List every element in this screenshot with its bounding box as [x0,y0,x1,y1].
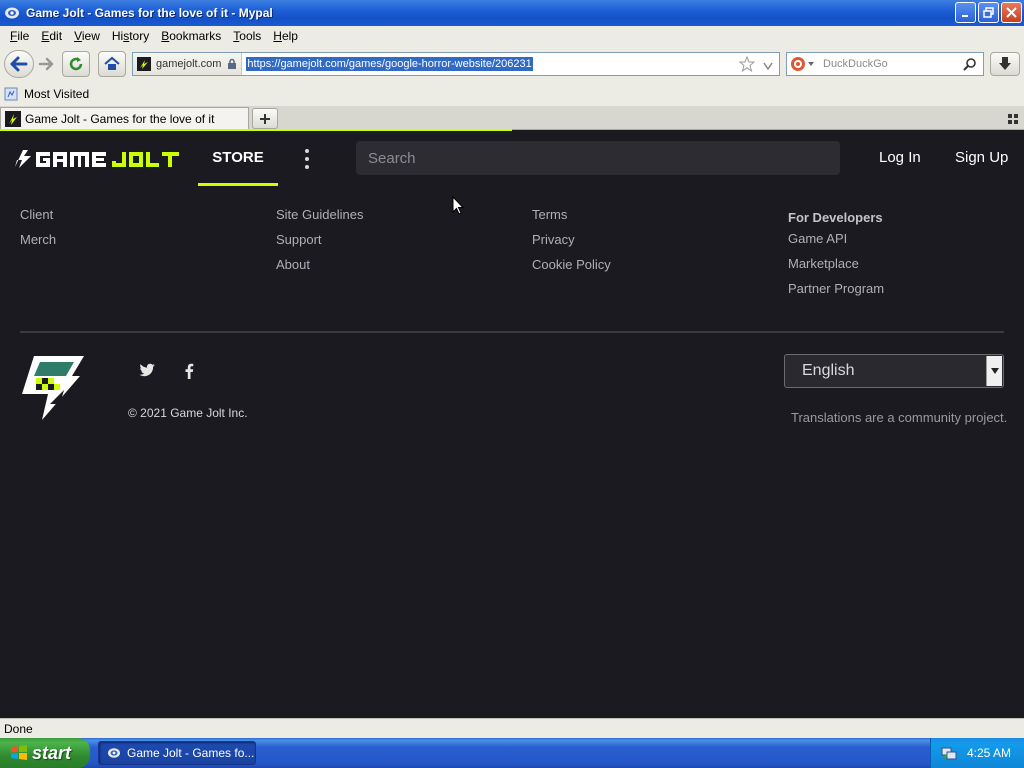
lock-icon [228,58,237,69]
copyright-text: © 2021 Game Jolt Inc. [128,406,248,420]
url-input[interactable]: https://gamejolt.com/games/google-horror… [246,57,533,71]
navigation-toolbar: gamejolt.com https://gamejolt.com/games/… [0,46,1024,82]
footer-column-developers: For Developers Game API Marketplace Part… [788,207,884,306]
gamejolt-logo[interactable] [14,149,180,169]
menu-help[interactable]: Help [267,29,304,43]
windows-flag-icon [11,745,27,760]
footer-link-about[interactable]: About [276,257,363,282]
menu-tools[interactable]: Tools [227,29,267,43]
footer-link-site-guidelines[interactable]: Site Guidelines [276,207,363,232]
language-select-value: English [802,362,855,379]
footer-link-merch[interactable]: Merch [20,232,56,257]
signup-link[interactable]: Sign Up [955,149,1008,166]
menu-file[interactable]: File [4,29,35,43]
taskbar-item-gamejolt[interactable]: Game Jolt - Games fo... [98,741,256,765]
search-bar[interactable]: DuckDuckGo [786,52,984,76]
site-header: STORE Search Log In Sign Up [0,131,1024,187]
footer-link-partner-program[interactable]: Partner Program [788,281,884,306]
minimize-icon [961,14,968,17]
menu-edit[interactable]: Edit [35,29,68,43]
tab-list-icon[interactable] [1008,113,1018,127]
footer-link-client[interactable]: Client [20,207,56,232]
tab-label: Game Jolt - Games for the love of it [25,112,215,126]
mouse-pointer-icon [452,196,464,215]
url-dropdown-icon[interactable] [763,59,773,73]
search-input[interactable]: DuckDuckGo [823,58,888,70]
menu-view[interactable]: View [68,29,106,43]
reload-icon [69,57,83,71]
network-icon[interactable] [941,745,957,761]
footer-heading-developers: For Developers [788,210,883,225]
url-bar[interactable]: gamejolt.com https://gamejolt.com/games/… [132,52,780,76]
window-titlebar: Game Jolt - Games for the love of it - M… [0,0,1024,26]
search-icon[interactable] [963,57,977,74]
footer-link-privacy[interactable]: Privacy [532,232,611,257]
footer-divider [20,331,1004,333]
search-engine-selector[interactable] [787,53,817,75]
restore-button[interactable] [978,2,999,23]
forward-arrow-icon [38,57,54,71]
clock: 4:25 AM [967,746,1012,760]
more-menu-icon[interactable] [300,149,314,169]
site-favicon-icon [137,57,151,71]
footer-link-support[interactable]: Support [276,232,363,257]
gamejolt-bolt-logo [22,356,84,420]
downloads-button[interactable] [990,52,1020,76]
chevron-down-icon[interactable] [986,356,1002,386]
mypal-app-icon [108,748,120,758]
window-title: Game Jolt - Games for the love of it - M… [26,6,273,20]
footer-column-3: Terms Privacy Cookie Policy [532,207,611,282]
most-visited-bookmark[interactable]: Most Visited [24,87,89,101]
minimize-button[interactable] [955,2,976,23]
tab-gamejolt[interactable]: Game Jolt - Games for the love of it [0,107,249,130]
store-nav-tab[interactable]: STORE [198,131,278,186]
site-search-input[interactable]: Search [356,141,840,175]
identity-site-label: gamejolt.com [156,58,222,70]
page-content: STORE Search Log In Sign Up Client Merch… [0,131,1024,718]
bookmarks-toolbar: Most Visited [0,82,1024,106]
taskbar-item-label: Game Jolt - Games fo... [127,746,255,760]
back-arrow-icon [10,56,28,72]
start-label: start [32,742,72,763]
footer-link-cookie-policy[interactable]: Cookie Policy [532,257,611,282]
most-visited-icon [4,87,18,101]
close-button[interactable] [1001,2,1022,23]
facebook-icon[interactable] [184,363,194,382]
forward-button[interactable] [34,51,58,77]
menu-bar: File Edit View History Bookmarks Tools H… [0,26,1024,46]
start-button[interactable]: start [0,738,90,768]
new-tab-button[interactable] [252,108,278,129]
system-tray: 4:25 AM [930,738,1024,768]
window-controls [955,2,1022,23]
tab-strip: Game Jolt - Games for the love of it [0,106,1024,130]
download-arrow-icon [999,57,1011,70]
reload-button[interactable] [62,51,90,77]
footer-link-marketplace[interactable]: Marketplace [788,256,884,281]
home-icon [104,56,120,70]
mypal-app-icon [4,5,20,21]
language-select[interactable]: English [784,354,1004,388]
login-link[interactable]: Log In [879,149,921,166]
status-bar: Done [0,718,1024,738]
status-text: Done [4,721,33,736]
chevron-down-icon [808,62,814,66]
footer-link-terms[interactable]: Terms [532,207,611,232]
translations-note: Translations are a community project. [791,410,1008,425]
menu-history[interactable]: History [106,29,155,43]
menu-bookmarks[interactable]: Bookmarks [155,29,227,43]
duckduckgo-icon [791,57,805,71]
twitter-icon[interactable] [138,363,156,381]
site-identity[interactable]: gamejolt.com [133,53,243,75]
plus-icon [260,113,270,124]
footer-column-2: Site Guidelines Support About [276,207,363,282]
close-icon [1006,7,1017,18]
bookmark-star-icon[interactable] [738,55,756,75]
gamejolt-favicon-icon [5,111,21,127]
footer-link-game-api[interactable]: Game API [788,231,884,256]
restore-icon [983,7,994,18]
windows-taskbar: start Game Jolt - Games fo... 4:25 AM [0,738,1024,768]
back-button[interactable] [4,50,34,78]
home-button[interactable] [98,51,126,77]
footer-column-1: Client Merch [20,207,56,257]
